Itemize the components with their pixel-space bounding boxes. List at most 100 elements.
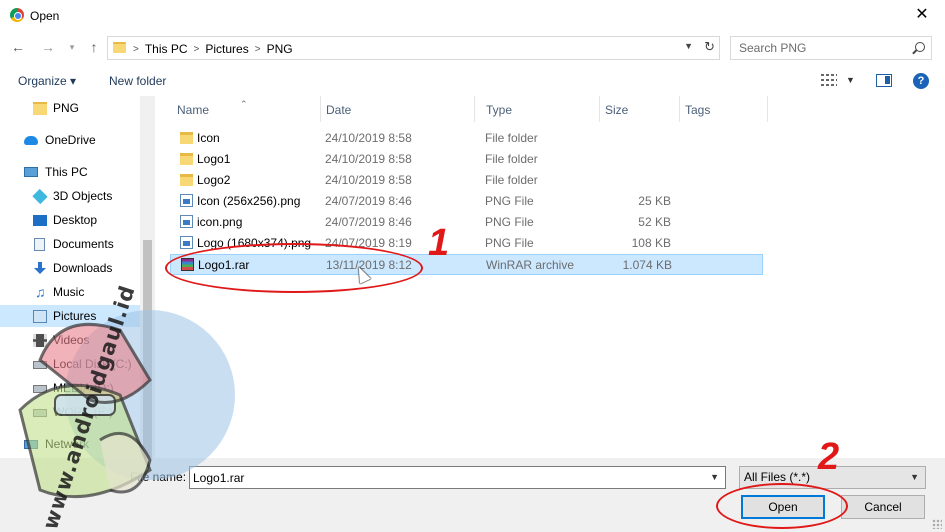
annotation-circle-file xyxy=(165,243,423,293)
search-box[interactable] xyxy=(730,36,932,60)
preview-pane-icon[interactable] xyxy=(876,74,892,87)
breadcrumb-separator: > xyxy=(133,43,139,55)
column-header-date[interactable]: Date xyxy=(314,101,474,121)
sidebar-item-label: Music xyxy=(53,285,85,299)
file-row[interactable]: Logo1 24/10/2019 8:58 File folder xyxy=(170,149,763,170)
window-title: Open xyxy=(30,9,60,23)
image-file-icon xyxy=(180,194,193,207)
file-type: WinRAR archive xyxy=(486,258,575,272)
sidebar-item-3d-objects[interactable]: 3D Objects xyxy=(0,185,140,207)
sidebar-item-label: Downloads xyxy=(53,261,113,275)
folder-icon xyxy=(180,153,193,165)
chevron-down-icon[interactable]: ▼ xyxy=(910,467,919,488)
file-type: PNG File xyxy=(485,215,534,229)
file-type: File folder xyxy=(485,131,538,145)
column-header-name[interactable]: ⌃ Name xyxy=(165,99,320,121)
file-row[interactable]: icon.png 24/07/2019 8:46 PNG File 52 KB xyxy=(170,212,763,233)
folder-icon xyxy=(33,101,47,115)
file-date: 24/07/2019 8:46 xyxy=(325,215,412,229)
file-size: 25 KB xyxy=(638,194,671,208)
file-date: 24/10/2019 8:58 xyxy=(325,131,412,145)
refresh-icon[interactable]: ↻ xyxy=(704,39,715,55)
annotation-step-2: 2 xyxy=(818,436,840,478)
annotation-step-1: 1 xyxy=(428,222,450,264)
network-icon xyxy=(24,439,38,449)
sidebar-item-local-disk-c[interactable]: Local Disk (C:) xyxy=(0,353,140,375)
column-divider[interactable] xyxy=(767,96,768,122)
sidebar-item-label: This PC xyxy=(45,165,88,179)
file-row[interactable]: Icon 24/10/2019 8:58 File folder xyxy=(170,128,763,149)
recent-locations-chevron-icon[interactable]: ▾ xyxy=(64,39,80,55)
file-name: Logo1 xyxy=(197,152,231,166)
sidebar-item-documents[interactable]: Documents xyxy=(0,233,140,255)
sidebar-item-png[interactable]: PNG xyxy=(0,97,140,119)
file-name: Icon (256x256).png xyxy=(197,194,301,208)
help-icon[interactable]: ? xyxy=(913,73,929,89)
view-dropdown-icon[interactable]: ▼ xyxy=(846,75,855,85)
back-arrow-icon[interactable]: ← xyxy=(10,39,26,55)
sidebar-item-label: Videos xyxy=(53,333,90,347)
column-header-type[interactable]: Type xyxy=(474,101,599,121)
column-header-label: Name xyxy=(177,103,210,117)
breadcrumb-this-pc[interactable]: This PC xyxy=(145,42,188,56)
file-name: Icon xyxy=(197,131,220,145)
file-name-input[interactable] xyxy=(190,467,705,488)
sidebar-item-label: PNG xyxy=(53,101,80,115)
navigation-scrollbar-thumb[interactable] xyxy=(143,240,152,458)
column-header-label: Size xyxy=(605,103,629,117)
search-input[interactable] xyxy=(731,37,906,59)
cube-icon xyxy=(32,188,48,204)
chevron-down-icon[interactable]: ▼ xyxy=(710,472,719,482)
desktop-icon xyxy=(33,214,47,226)
sidebar-item-downloads[interactable]: Downloads xyxy=(0,257,140,279)
sidebar-item-onedrive[interactable]: OneDrive xyxy=(0,129,140,151)
up-arrow-icon[interactable]: ↑ xyxy=(86,39,102,55)
address-dropdown-icon[interactable]: ▼ xyxy=(684,41,693,51)
file-name: Logo2 xyxy=(197,173,231,187)
view-options-icon[interactable] xyxy=(821,73,839,87)
new-folder-button[interactable]: New folder xyxy=(109,74,166,88)
sidebar-item-label: Pictures xyxy=(53,309,97,323)
search-icon[interactable] xyxy=(915,42,925,52)
column-header-tags[interactable]: Tags xyxy=(673,101,763,121)
folder-icon xyxy=(180,174,193,186)
file-type: PNG File xyxy=(485,236,534,250)
address-bar[interactable]: > This PC > Pictures > PNG ▼ ↻ xyxy=(107,36,720,60)
folder-icon xyxy=(113,42,126,53)
file-type: File folder xyxy=(485,173,538,187)
cloud-icon xyxy=(24,136,38,145)
drive-icon xyxy=(33,385,47,393)
file-date: 24/10/2019 8:58 xyxy=(325,152,412,166)
breadcrumb-pictures[interactable]: Pictures xyxy=(205,42,248,56)
computer-icon xyxy=(24,167,38,177)
title-bar: Open ✕ xyxy=(0,0,945,32)
cancel-button[interactable]: Cancel xyxy=(841,495,925,519)
sidebar-item-label: Documents xyxy=(53,237,114,251)
file-row[interactable]: Logo2 24/10/2019 8:58 File folder xyxy=(170,170,763,191)
sidebar-item-media-d[interactable]: MEDIA (D:) xyxy=(0,377,140,399)
annotation-circle-open xyxy=(716,483,848,529)
sidebar-item-label: OneDrive xyxy=(45,133,96,147)
file-row[interactable]: Icon (256x256).png 24/07/2019 8:46 PNG F… xyxy=(170,191,763,212)
breadcrumb-separator[interactable]: > xyxy=(255,44,261,55)
breadcrumb-png[interactable]: PNG xyxy=(267,42,293,56)
breadcrumb-separator[interactable]: > xyxy=(194,44,200,55)
file-date: 24/07/2019 8:46 xyxy=(325,194,412,208)
video-icon xyxy=(33,333,47,347)
file-size: 52 KB xyxy=(638,215,671,229)
sidebar-item-this-pc[interactable]: This PC xyxy=(0,161,140,183)
column-header-size[interactable]: Size xyxy=(593,101,673,121)
sort-ascending-icon: ⌃ xyxy=(240,99,248,109)
organize-button[interactable]: Organize ▾ xyxy=(18,74,76,88)
pictures-icon xyxy=(33,309,47,323)
file-size: 108 KB xyxy=(631,236,671,250)
forward-arrow-icon[interactable]: → xyxy=(40,39,56,55)
sidebar-item-label: 3D Objects xyxy=(53,189,113,203)
resize-grip-icon[interactable] xyxy=(932,519,942,529)
file-name-combobox[interactable]: ▼ xyxy=(189,466,726,489)
sidebar-item-desktop[interactable]: Desktop xyxy=(0,209,140,231)
drive-icon xyxy=(33,409,47,417)
close-button[interactable]: ✕ xyxy=(899,0,945,32)
music-icon: ♫ xyxy=(35,283,46,300)
sidebar-item-work-e[interactable]: WORK (E:) xyxy=(0,401,140,423)
